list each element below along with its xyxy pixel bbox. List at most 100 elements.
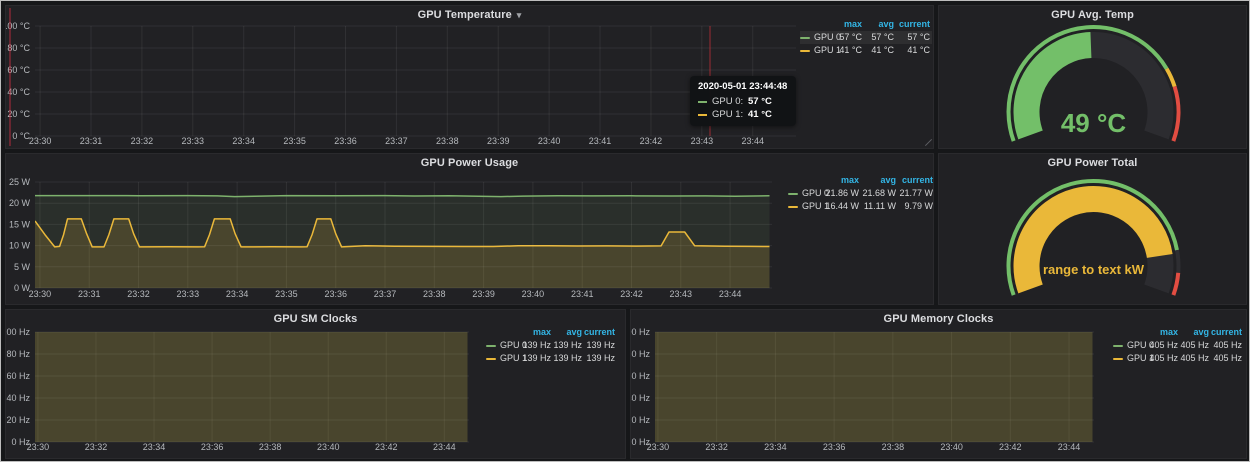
panel-title-gpu-power-total[interactable]: GPU Power Total [939,157,1246,169]
series-color-swatch [788,206,798,208]
legend-series-gpu-1[interactable]: GPU 1 [788,200,824,213]
resize-handle[interactable] [923,138,932,147]
legend-header-max[interactable]: max [1149,326,1180,339]
x-axis-label: 23:31 [80,136,103,146]
y-axis-label: 20 Hz [6,415,30,425]
y-axis-label: 100 Hz [631,327,650,337]
legend-stat-value: 139 Hz [553,352,584,365]
legend-series-gpu-1[interactable]: GPU 1 [1113,352,1149,365]
y-axis-label: 25 W [9,177,31,187]
panel-gpu-power-total: GPU Power Total range to text kW [938,153,1247,305]
x-axis-label: 23:30 [27,442,50,452]
legend-gpu-temperature: maxavgcurrentGPU 057 °C57 °C57 °CGPU 141… [800,18,932,57]
x-axis-label: 23:35 [283,136,306,146]
x-axis-label: 23:34 [232,136,255,146]
x-axis-label: 23:39 [472,289,495,299]
x-axis-label: 23:38 [436,136,459,146]
x-axis-label: 23:41 [589,136,612,146]
panel-title-text: GPU Power Usage [421,157,518,169]
series-color-swatch [800,37,810,39]
legend-stat-value: 139 Hz [584,339,617,352]
series-color-swatch [1113,345,1123,347]
series-color-swatch [800,50,810,52]
panel-title-gpu-power-usage[interactable]: GPU Power Usage [6,157,933,169]
legend-header-max[interactable]: max [824,174,861,187]
legend-header-max[interactable]: max [522,326,553,339]
panel-title-gpu-sm-clocks[interactable]: GPU SM Clocks [6,313,625,325]
legend-stat-value: 9.79 W [898,200,935,213]
legend-series-gpu-0[interactable]: GPU 0 [788,187,824,200]
legend-stat-value: 57 °C [896,31,932,44]
panel-gpu-sm-clocks: GPU SM Clocks 0 Hz20 Hz40 Hz60 Hz80 Hz10… [5,309,626,459]
legend-series-gpu-1[interactable]: GPU 1 [800,44,836,57]
grafana-dashboard: GPU Temperature▾ 0 °C20 °C40 °C60 °C80 °… [0,0,1250,462]
legend-stat-value: 405 Hz [1180,339,1211,352]
legend-stat-value: 41 °C [896,44,932,57]
y-axis-label: 10 W [9,241,31,251]
y-axis-label: 20 Hz [631,415,650,425]
y-axis-label: 60 Hz [6,371,30,381]
legend-series-gpu-1[interactable]: GPU 1 [486,352,522,365]
legend-header-avg[interactable]: avg [553,326,584,339]
y-axis-label: 20 W [9,198,31,208]
panel-title-text: GPU Power Total [1048,157,1138,169]
legend-gpu-power-usage: maxavgcurrentGPU 021.86 W21.68 W21.77 WG… [788,174,935,213]
legend-stat-value: 21.77 W [898,187,935,200]
gauge-gpu-power-total: range to text kW [939,154,1248,306]
x-axis-label: 23:42 [620,289,643,299]
panel-title-gpu-temperature[interactable]: GPU Temperature▾ [6,9,933,21]
x-axis-label: 23:33 [182,136,205,146]
legend-stat-value: 405 Hz [1211,339,1244,352]
legend-stat-value: 41 °C [864,44,896,57]
x-axis-label: 23:38 [259,442,282,452]
gauge-threshold-segment [1173,273,1178,295]
panel-gpu-power-usage: GPU Power Usage 0 W5 W10 W15 W20 W25 W23… [5,153,934,305]
legend-series-gpu-0[interactable]: GPU 0 [486,339,522,352]
x-axis-label: 23:44 [1058,442,1081,452]
x-axis-label: 23:37 [374,289,397,299]
series-color-swatch [486,345,496,347]
panel-gpu-memory-clocks: GPU Memory Clocks 0 Hz20 Hz40 Hz60 Hz80 … [630,309,1247,459]
x-axis-label: 23:31 [78,289,101,299]
panel-title-text: GPU Temperature [418,9,512,21]
x-axis-label: 23:40 [317,442,340,452]
y-axis-label: 15 W [9,219,31,229]
panel-title-gpu-avg-temp[interactable]: GPU Avg. Temp [939,9,1246,21]
x-axis-label: 23:42 [375,442,398,452]
x-axis-label: 23:40 [538,136,561,146]
x-axis-label: 23:37 [385,136,408,146]
legend-header-avg[interactable]: avg [1180,326,1211,339]
x-axis-label: 23:38 [423,289,446,299]
legend-series-gpu-0[interactable]: GPU 0 [800,31,836,44]
legend-header-current[interactable]: current [1211,326,1244,339]
x-axis-label: 23:41 [571,289,594,299]
y-axis-label: 0 °C [12,131,30,141]
legend-stat-value: 11.11 W [861,200,898,213]
x-axis-label: 23:35 [275,289,298,299]
x-axis-label: 23:30 [647,442,670,452]
x-axis-label: 23:36 [823,442,846,452]
x-axis-label: 23:32 [85,442,108,452]
x-axis-label: 23:36 [324,289,347,299]
y-axis-label: 80 Hz [6,349,30,359]
legend-stat-value: 139 Hz [584,352,617,365]
legend-header-avg[interactable]: avg [861,174,898,187]
gauge-threshold-segment [1177,250,1179,273]
legend-series-gpu-0[interactable]: GPU 0 [1113,339,1149,352]
panel-title-gpu-memory-clocks[interactable]: GPU Memory Clocks [631,313,1246,325]
legend-stat-value: 405 Hz [1211,352,1244,365]
legend-stat-value: 21.86 W [824,187,861,200]
gauge-gpu-avg-temp: 49 °C [939,6,1248,150]
legend-header-spacer [486,326,522,339]
x-axis-label: 23:36 [201,442,224,452]
panel-title-text: GPU SM Clocks [274,313,358,325]
legend-header-current[interactable]: current [898,174,935,187]
x-axis-label: 23:36 [334,136,357,146]
x-axis-label: 23:30 [29,289,52,299]
y-axis-label: 5 W [14,262,31,272]
legend-header-spacer [788,174,824,187]
legend-header-spacer [1113,326,1149,339]
x-axis-label: 23:43 [691,136,714,146]
legend-stat-value: 41 °C [836,44,864,57]
legend-header-current[interactable]: current [584,326,617,339]
